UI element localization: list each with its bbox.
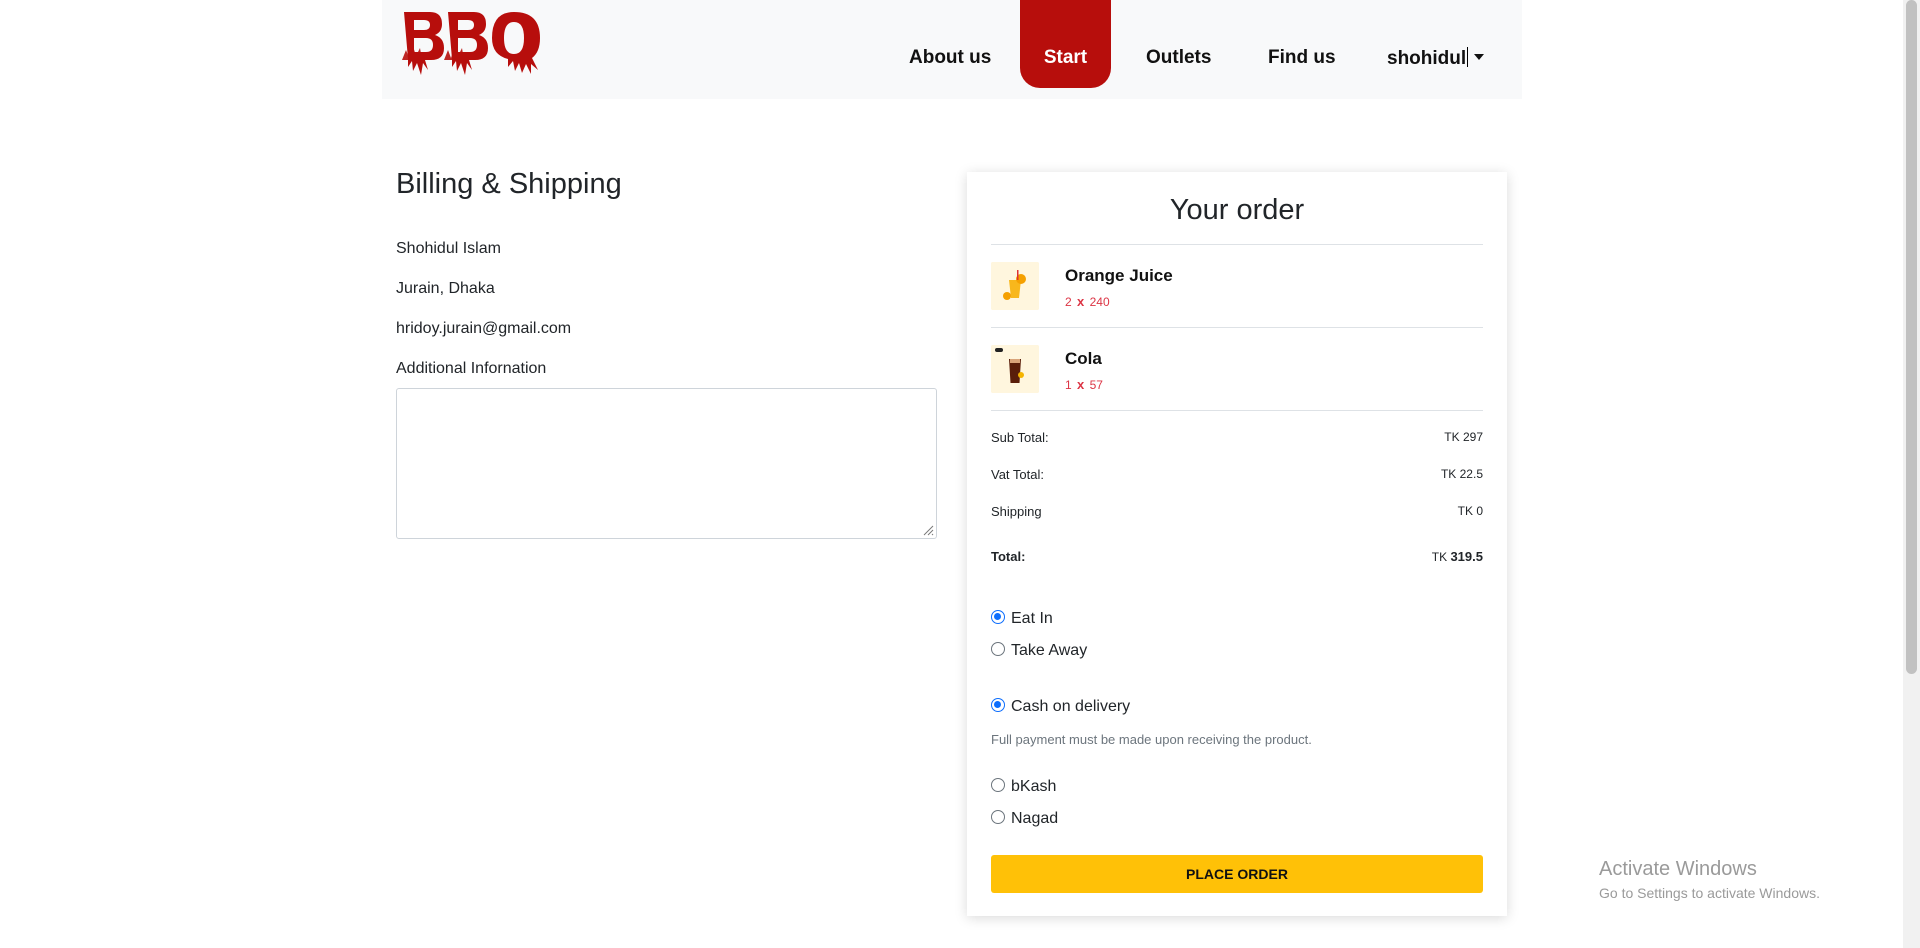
place-order-button[interactable]: Place order (991, 855, 1483, 893)
take-away-option[interactable]: Take Away (991, 642, 1087, 660)
radio-unchecked-icon[interactable] (991, 810, 1005, 824)
text-cursor (1467, 47, 1469, 67)
radio-checked-icon[interactable] (991, 610, 1005, 624)
caret-down-icon (1474, 54, 1485, 60)
divider (991, 244, 1483, 245)
billing-address: Jurain, Dhaka (396, 280, 495, 297)
additional-info-label: Additional Infornation (396, 360, 547, 377)
order-title: Your order (1169, 194, 1305, 226)
cash-on-delivery-option[interactable]: Cash on delivery (991, 698, 1130, 716)
nav-find-us[interactable]: Find us (1268, 47, 1336, 69)
times-sign: x (1077, 294, 1085, 309)
total-label: Total: (991, 549, 1026, 564)
user-name: shohidul (1387, 48, 1467, 69)
nav-start[interactable]: Start (1020, 0, 1111, 88)
radio-checked-icon[interactable] (991, 698, 1005, 712)
nagad-option[interactable]: Nagad (991, 810, 1058, 828)
order-item: Cola 1 x 57 (991, 343, 1483, 403)
shipping-value: TK 0 (1457, 504, 1483, 518)
nav-about-us[interactable]: About us (909, 47, 991, 69)
bkash-option[interactable]: bKash (991, 778, 1056, 796)
total-currency: TK (1431, 550, 1448, 564)
total-amount: 319.5 (1450, 549, 1483, 564)
orange-juice-thumbnail (991, 262, 1039, 310)
navbar: About us Start Outlets Find us shohidul (382, 0, 1522, 99)
subtotal-value: TK 297 (1444, 430, 1483, 444)
billing-title: Billing & Shipping (396, 168, 622, 200)
user-menu-dropdown[interactable]: shohidul (1387, 47, 1485, 70)
times-sign: x (1077, 377, 1085, 392)
item-price: 57 (1089, 378, 1103, 392)
billing-section: Billing & Shipping Shohidul Islam Jurain… (396, 168, 938, 539)
radio-unchecked-icon[interactable] (991, 642, 1005, 656)
billing-name: Shohidul Islam (396, 240, 501, 257)
watermark-title: Activate Windows (1599, 858, 1757, 880)
item-qty: 1 (1065, 378, 1072, 392)
eat-in-option[interactable]: Eat In (991, 610, 1053, 628)
item-name: Orange Juice (1065, 266, 1173, 285)
billing-email: hridoy.jurain@gmail.com (396, 320, 572, 337)
nav-start-label: Start (1043, 47, 1088, 68)
cash-on-delivery-label: Cash on delivery (1011, 698, 1131, 715)
item-quantity-price: 1 x 57 (1065, 377, 1103, 392)
bkash-label: bKash (1011, 778, 1057, 795)
resize-grip-icon[interactable] (922, 524, 934, 536)
vat-label: Vat Total: (991, 467, 1044, 482)
take-away-label: Take Away (1011, 642, 1088, 659)
divider (991, 327, 1483, 328)
cola-thumbnail (991, 345, 1039, 393)
watermark-subtitle: Go to Settings to activate Windows. (1599, 885, 1820, 901)
payment-note: Full payment must be made upon receiving… (991, 732, 1312, 747)
nagad-label: Nagad (1011, 810, 1059, 827)
item-quantity-price: 2 x 240 (1065, 294, 1110, 309)
item-qty: 2 (1065, 295, 1072, 309)
subtotal-label: Sub Total: (991, 430, 1049, 445)
additional-info-textarea[interactable] (396, 388, 937, 539)
order-item: Orange Juice 2 x 240 (991, 260, 1483, 320)
item-price: 240 (1089, 295, 1110, 309)
total-value: TK 319.5 (1432, 549, 1483, 564)
scrollbar-thumb[interactable] (1906, 0, 1917, 674)
activate-windows-watermark: Activate Windows Go to Settings to activ… (1599, 858, 1820, 901)
nav-outlets[interactable]: Outlets (1146, 47, 1211, 69)
page-scrollbar[interactable] (1903, 0, 1920, 948)
eat-in-label: Eat In (1011, 610, 1053, 627)
radio-unchecked-icon[interactable] (991, 778, 1005, 792)
divider (991, 410, 1483, 411)
item-name: Cola (1065, 349, 1102, 368)
order-summary-card: Your order Orange Juice 2 x 240 Cola 1 x (967, 172, 1507, 916)
vat-value: TK 22.5 (1440, 467, 1483, 481)
shipping-label: Shipping (991, 504, 1042, 519)
